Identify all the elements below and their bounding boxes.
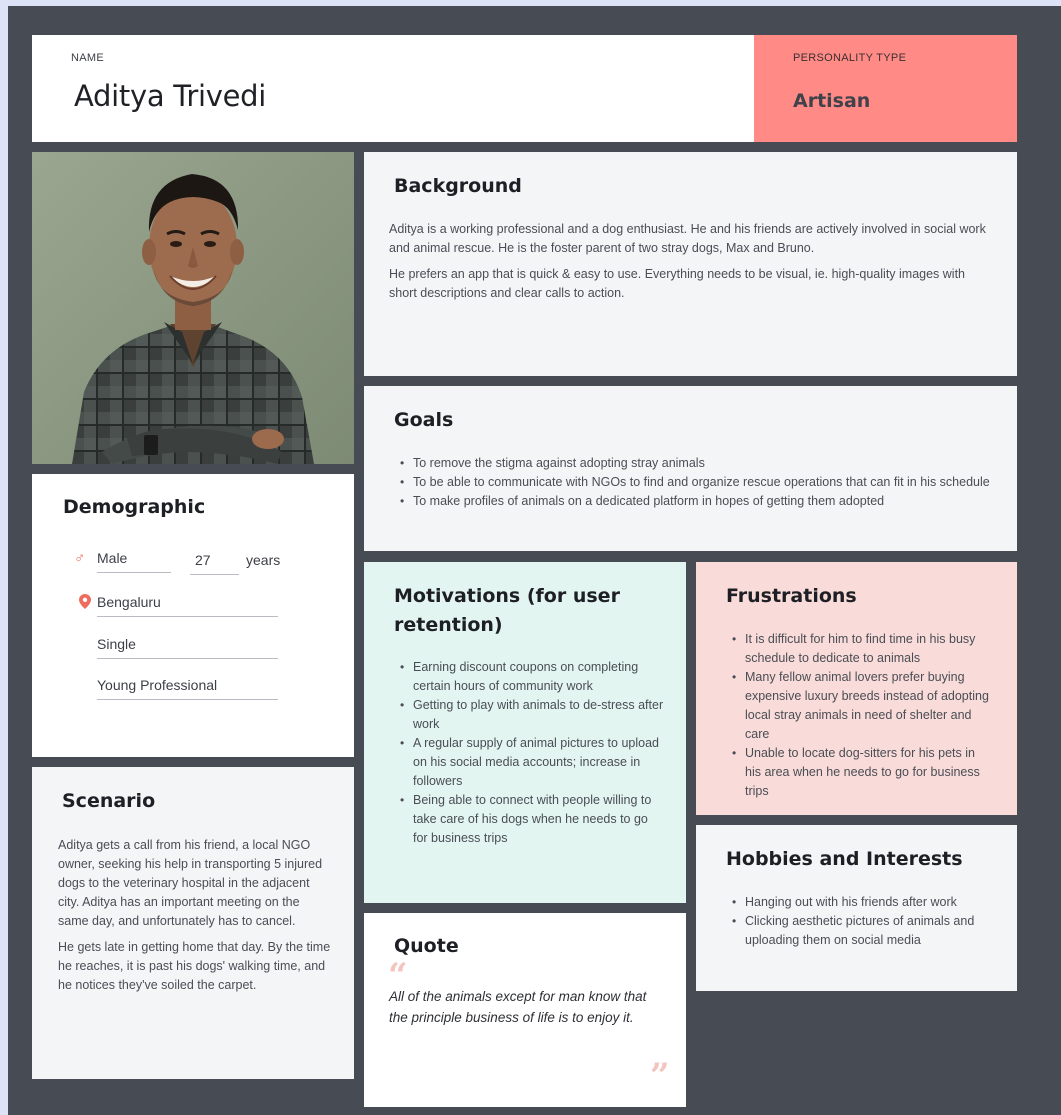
occupation-field: Young Professional bbox=[97, 677, 278, 700]
demographic-card: Demographic ♂ Male 27 years Bengaluru Si… bbox=[32, 474, 354, 757]
goals-list: To remove the stigma against adopting st… bbox=[394, 454, 994, 511]
personality-card: PERSONALITY TYPE Artisan bbox=[754, 35, 1017, 142]
gender-field: Male bbox=[97, 550, 171, 573]
hobbies-list: Hanging out with his friends after work … bbox=[726, 893, 991, 950]
age-field: 27 bbox=[190, 552, 239, 575]
motivations-card: Motivations (for user retention) Earning… bbox=[364, 562, 686, 903]
motivations-title: Motivations (for user retention) bbox=[394, 585, 620, 636]
goal-item: To be able to communicate with NGOs to f… bbox=[394, 473, 994, 492]
frustrations-title: Frustrations bbox=[726, 585, 857, 607]
portrait-illustration bbox=[32, 152, 354, 464]
demographic-title: Demographic bbox=[63, 496, 206, 518]
scenario-paragraph: He gets late in getting home that day. B… bbox=[58, 940, 331, 992]
quote-text: All of the animals except for man know t… bbox=[389, 989, 647, 1025]
close-quote-icon: ” bbox=[650, 1056, 670, 1096]
scenario-paragraph: Aditya gets a call from his friend, a lo… bbox=[58, 838, 323, 928]
motivation-item: Being able to connect with people willin… bbox=[394, 791, 664, 848]
location-pin-icon bbox=[79, 594, 91, 609]
name-label: NAME bbox=[71, 52, 104, 64]
goals-card: Goals To remove the stigma against adopt… bbox=[364, 386, 1017, 551]
persona-photo bbox=[32, 152, 354, 464]
frustration-item: Many fellow animal lovers prefer buying … bbox=[726, 668, 991, 744]
male-icon: ♂ bbox=[74, 550, 86, 567]
scenario-title: Scenario bbox=[62, 790, 156, 812]
motivations-list: Earning discount coupons on completing c… bbox=[394, 658, 664, 848]
hobbies-card: Hobbies and Interests Hanging out with h… bbox=[696, 825, 1017, 991]
frustrations-list: It is difficult for him to find time in … bbox=[726, 630, 991, 801]
frustration-item: It is difficult for him to find time in … bbox=[726, 630, 991, 668]
motivation-item: Getting to play with animals to de-stres… bbox=[394, 696, 664, 734]
hobby-item: Clicking aesthetic pictures of animals a… bbox=[726, 912, 991, 950]
location-field: Bengaluru bbox=[97, 594, 278, 617]
background-card: Background Aditya is a working professio… bbox=[364, 152, 1017, 376]
frustrations-card: Frustrations It is difficult for him to … bbox=[696, 562, 1017, 815]
goal-item: To make profiles of animals on a dedicat… bbox=[394, 492, 994, 511]
hobby-item: Hanging out with his friends after work bbox=[726, 893, 991, 912]
personality-value: Artisan bbox=[793, 90, 871, 112]
motivation-item: Earning discount coupons on completing c… bbox=[394, 658, 664, 696]
background-paragraph: Aditya is a working professional and a d… bbox=[389, 222, 986, 255]
goals-title: Goals bbox=[394, 409, 454, 431]
quote-card: Quote “ All of the animals except for ma… bbox=[364, 913, 686, 1107]
background-title: Background bbox=[394, 175, 522, 197]
background-paragraph: He prefers an app that is quick & easy t… bbox=[389, 267, 966, 300]
persona-name: Aditya Trivedi bbox=[74, 79, 267, 113]
goal-item: To remove the stigma against adopting st… bbox=[394, 454, 994, 473]
scenario-card: Scenario Aditya gets a call from his fri… bbox=[32, 767, 354, 1079]
name-card: NAME Aditya Trivedi bbox=[32, 35, 754, 142]
motivation-item: A regular supply of animal pictures to u… bbox=[394, 734, 664, 791]
status-field: Single bbox=[97, 636, 278, 659]
hobbies-title: Hobbies and Interests bbox=[726, 848, 963, 870]
age-unit-label: years bbox=[246, 552, 281, 568]
personality-label: PERSONALITY TYPE bbox=[793, 52, 907, 64]
frustration-item: Unable to locate dog-sitters for his pet… bbox=[726, 744, 991, 801]
